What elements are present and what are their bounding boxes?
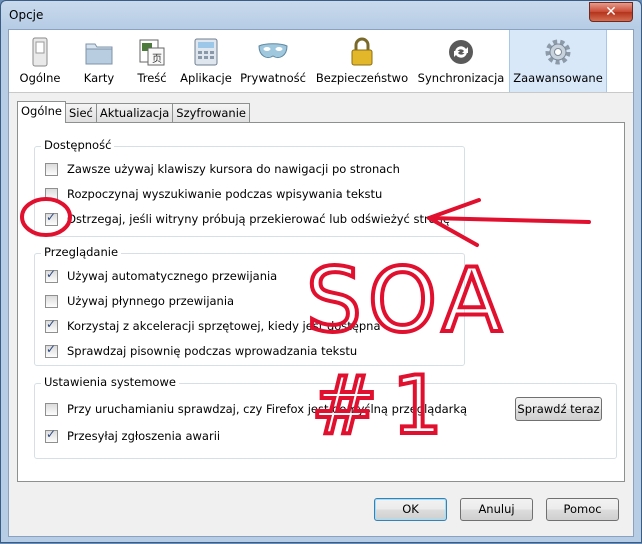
check-now-button[interactable]: Sprawdź teraz <box>515 397 602 421</box>
option-row[interactable]: Rozpoczynaj wyszukiwanie podczas wpisywa… <box>45 186 382 202</box>
option-row[interactable]: Sprawdzaj pisownię podczas wprowadzania … <box>45 342 358 359</box>
tab-encryption[interactable]: Szyfrowanie <box>172 103 250 123</box>
padlock-icon <box>351 37 373 66</box>
checkbox[interactable] <box>45 402 58 416</box>
mask-icon <box>258 43 288 59</box>
cancel-button[interactable]: Anuluj <box>460 498 533 521</box>
toolbar-label: Synchronizacja <box>417 71 505 85</box>
toolbar-item-security[interactable]: Bezpieczeństwo <box>311 30 413 92</box>
group-title: Przeglądanie <box>41 245 122 259</box>
toolbar-label: Zaawansowane <box>513 71 603 85</box>
advanced-tabs: Ogólne Sieć Aktualizacja Szyfrowanie <box>17 101 250 123</box>
option-row[interactable]: Zawsze używaj klawiszy kursora do nawiga… <box>45 161 400 177</box>
tab-update[interactable]: Aktualizacja <box>95 103 174 123</box>
toolbar-item-content[interactable]: 页 Treść <box>127 30 177 92</box>
gear-icon <box>545 39 571 65</box>
option-label: Używaj automatycznego przewijania <box>67 269 278 283</box>
options-window: Opcje ✕ Ogólne Karty 页 Treść Aplikacje P… <box>0 0 642 543</box>
option-label: Przesyłaj zgłoszenia awarii <box>67 429 221 443</box>
toolbar-item-sync[interactable]: Synchronizacja <box>413 30 509 92</box>
toolbar-item-advanced[interactable]: Zaawansowane <box>509 30 607 92</box>
toolbar-label: Bezpieczeństwo <box>315 71 409 85</box>
option-row[interactable]: Używaj automatycznego przewijania <box>45 267 278 284</box>
checkbox[interactable] <box>45 317 58 333</box>
title-bar[interactable]: Opcje ✕ <box>1 1 641 29</box>
option-label: Przy uruchamianiu sprawdzaj, czy Firefox… <box>67 402 468 416</box>
tab-network[interactable]: Sieć <box>64 103 97 123</box>
option-row[interactable]: Ostrzegaj, jeśli witryny próbują przekie… <box>45 210 450 227</box>
checkbox[interactable] <box>45 162 58 176</box>
toolbar-label: Ogólne <box>19 71 61 85</box>
svg-text:页: 页 <box>152 53 162 65</box>
toolbar-item-applications[interactable]: Aplikacje <box>177 30 235 92</box>
group-title: Dostępność <box>41 138 115 152</box>
option-label: Sprawdzaj pisownię podczas wprowadzania … <box>67 344 358 358</box>
group-title: Ustawienia systemowe <box>41 375 179 389</box>
applications-icon <box>194 38 218 66</box>
option-row[interactable]: Używaj płynnego przewijania <box>45 293 234 309</box>
option-row[interactable]: Przy uruchamianiu sprawdzaj, czy Firefox… <box>45 401 467 417</box>
tab-general[interactable]: Ogólne <box>17 101 66 123</box>
system-settings-group: Ustawienia systemowe Przy uruchamianiu s… <box>34 375 617 459</box>
close-button[interactable]: ✕ <box>589 2 633 22</box>
checkbox[interactable] <box>45 210 58 226</box>
toolbar-label: Prywatność <box>240 71 306 85</box>
ok-button[interactable]: OK <box>374 498 447 521</box>
window-title: Opcje <box>9 8 44 22</box>
help-button[interactable]: Pomoc <box>546 498 619 521</box>
option-label: Rozpoczynaj wyszukiwanie podczas wpisywa… <box>67 187 383 201</box>
category-toolbar: Ogólne Karty 页 Treść Aplikacje Prywatnoś… <box>9 30 633 93</box>
toolbar-item-general[interactable]: Ogólne <box>9 30 71 92</box>
option-label: Zawsze używaj klawiszy kursora do nawiga… <box>67 162 400 176</box>
toolbar-item-privacy[interactable]: Prywatność <box>235 30 311 92</box>
option-label: Ostrzegaj, jeśli witryny próbują przekie… <box>67 212 450 226</box>
toolbar-label: Treść <box>137 71 167 85</box>
option-row[interactable]: Przesyłaj zgłoszenia awarii <box>45 427 221 444</box>
browsing-group: Przeglądanie Używaj automatycznego przew… <box>34 245 465 366</box>
option-row[interactable]: Korzystaj z akceleracji sprzętowej, kied… <box>45 317 381 334</box>
toolbar-label: Aplikacje <box>180 71 232 85</box>
toolbar-item-tabs[interactable]: Karty <box>71 30 127 92</box>
folder-tabs-icon <box>85 43 113 65</box>
switch-icon <box>32 37 48 67</box>
checkbox[interactable] <box>45 187 58 201</box>
checkbox[interactable] <box>45 427 58 443</box>
accessibility-group: Dostępność Zawsze używaj klawiszy kursor… <box>34 138 465 237</box>
content-icon: 页 <box>139 39 165 66</box>
checkbox[interactable] <box>45 267 58 283</box>
sync-icon <box>449 40 473 64</box>
checkbox[interactable] <box>45 342 58 358</box>
checkbox[interactable] <box>45 294 58 308</box>
option-label: Używaj płynnego przewijania <box>67 294 235 308</box>
client-area: Ogólne Karty 页 Treść Aplikacje Prywatnoś… <box>8 29 634 537</box>
toolbar-label: Karty <box>83 71 115 85</box>
option-label: Korzystaj z akceleracji sprzętowej, kied… <box>67 319 381 333</box>
tab-panel-general: Dostępność Zawsze używaj klawiszy kursor… <box>17 122 625 482</box>
